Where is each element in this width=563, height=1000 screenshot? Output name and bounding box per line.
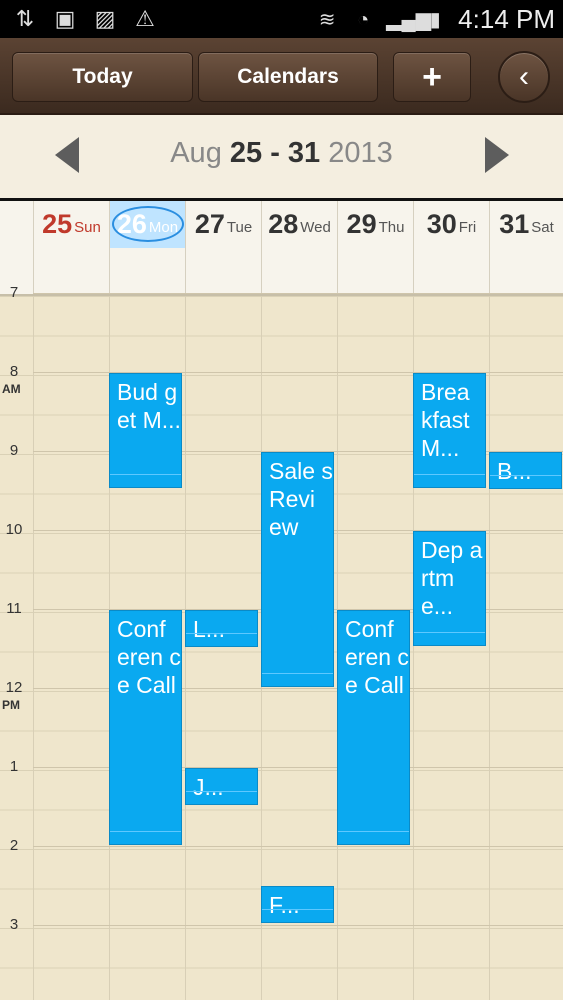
event-title: F... bbox=[269, 892, 300, 918]
hour-label: 11 bbox=[6, 600, 22, 617]
event-block[interactable]: Conf eren ce Call bbox=[109, 610, 182, 845]
event-title: J... bbox=[193, 774, 224, 800]
all-day-cell[interactable] bbox=[109, 248, 110, 294]
day-number: 29 bbox=[346, 209, 377, 239]
day-number: 27 bbox=[194, 209, 225, 239]
week-days: 25 - 31 bbox=[229, 137, 321, 169]
day-number: 30 bbox=[426, 209, 457, 239]
signal-icon: ▂▄▆ bbox=[386, 8, 432, 31]
week-range-title: Aug 25 - 31 2013 bbox=[0, 137, 563, 170]
event-block[interactable]: Dep artm e... bbox=[413, 531, 486, 646]
day-weekday: Sat bbox=[531, 219, 554, 236]
all-day-cell[interactable] bbox=[413, 248, 414, 294]
event-title: Conf eren ce Call bbox=[117, 616, 181, 698]
all-day-row[interactable] bbox=[0, 248, 563, 296]
event-block[interactable]: F... bbox=[261, 886, 334, 923]
chevron-left-icon: ‹ bbox=[519, 60, 529, 93]
week-navigation: Aug 25 - 31 2013 bbox=[0, 115, 563, 198]
hour-label: 3 bbox=[9, 916, 19, 933]
hour-line bbox=[33, 925, 563, 926]
day-weekday: Fri bbox=[458, 219, 477, 236]
day-number: 31 bbox=[499, 209, 530, 239]
clock: 4:14 PM bbox=[458, 4, 555, 34]
week-time-grid[interactable]: 7 8 AM 9 10 11 12 PM 1 2 3 Bud get M... … bbox=[0, 284, 563, 1000]
event-title: Sale s Revi ew bbox=[269, 458, 333, 540]
event-block[interactable]: Conf eren ce Call bbox=[337, 610, 410, 845]
hour-line bbox=[33, 293, 563, 294]
all-day-cell[interactable] bbox=[337, 248, 338, 294]
event-block[interactable]: Sale s Revi ew bbox=[261, 452, 334, 687]
am-label: AM bbox=[2, 382, 21, 396]
hour-label: 10 bbox=[5, 521, 23, 538]
status-bar: ⇅ ▣ ▨ ⚠ ≋ ◔ ▂▄▆ ▮ 4:14 PM bbox=[0, 0, 563, 38]
vibrate-icon: ≋ bbox=[318, 8, 336, 31]
sd-card-icon: ▣ bbox=[54, 6, 76, 31]
day-header-row: 25 Sun 26 Mon 27 Tue 28 Wed 29 Thu 30 Fr… bbox=[0, 198, 563, 248]
wifi-icon: ◔ bbox=[357, 8, 370, 31]
event-title: B... bbox=[497, 458, 532, 484]
day-header-mon[interactable]: 26 Mon bbox=[109, 201, 185, 248]
event-title: L... bbox=[193, 616, 225, 642]
battery-icon: ▮ bbox=[429, 8, 441, 31]
day-number: 25 bbox=[42, 209, 73, 239]
plus-icon: + bbox=[422, 57, 442, 96]
hour-line bbox=[33, 846, 563, 847]
back-button[interactable]: ‹ bbox=[498, 51, 550, 103]
day-header-wed[interactable]: 28 Wed bbox=[261, 201, 337, 248]
day-header-thu[interactable]: 29 Thu bbox=[337, 201, 413, 248]
week-year: 2013 bbox=[328, 137, 393, 169]
column-divider bbox=[489, 296, 490, 1000]
event-title: Dep artm e... bbox=[421, 537, 483, 619]
calendar-toolbar: Today Calendars + ‹ bbox=[0, 38, 563, 115]
event-block[interactable]: Brea kfast M... bbox=[413, 373, 486, 488]
event-block[interactable]: L... bbox=[185, 610, 258, 647]
day-weekday: Sun bbox=[74, 219, 101, 236]
day-weekday: Wed bbox=[300, 219, 331, 236]
today-indicator-ring bbox=[112, 206, 184, 242]
event-block[interactable]: J... bbox=[185, 768, 258, 805]
column-divider bbox=[185, 296, 186, 1000]
all-day-cell[interactable] bbox=[33, 248, 34, 294]
add-event-button[interactable]: + bbox=[393, 52, 471, 102]
hour-label: 7 bbox=[9, 284, 19, 301]
calendars-button[interactable]: Calendars bbox=[198, 52, 378, 102]
day-weekday: Thu bbox=[378, 219, 405, 236]
next-week-arrow-icon[interactable] bbox=[485, 137, 509, 173]
hour-label: 8 bbox=[9, 363, 19, 380]
all-day-cell[interactable] bbox=[261, 248, 262, 294]
event-title: Conf eren ce Call bbox=[345, 616, 409, 698]
day-weekday: Tue bbox=[226, 219, 253, 236]
hour-label: 12 bbox=[5, 679, 23, 696]
hour-label: 9 bbox=[9, 442, 19, 459]
day-header-fri[interactable]: 30 Fri bbox=[413, 201, 489, 248]
event-block[interactable]: B... bbox=[489, 452, 562, 489]
warning-icon: ⚠ bbox=[135, 6, 155, 31]
day-header-sat[interactable]: 31 Sat bbox=[489, 201, 563, 248]
all-day-cell[interactable] bbox=[185, 248, 186, 294]
day-header-tue[interactable]: 27 Tue bbox=[185, 201, 261, 248]
all-day-cell[interactable] bbox=[489, 248, 490, 294]
event-block[interactable]: Bud get M... bbox=[109, 373, 182, 488]
day-number: 28 bbox=[268, 209, 299, 239]
hour-label: 2 bbox=[9, 837, 19, 854]
usb-icon: ⇅ bbox=[15, 6, 35, 31]
hour-label: 1 bbox=[9, 758, 19, 775]
pm-label: PM bbox=[2, 698, 20, 712]
column-divider bbox=[33, 296, 34, 1000]
image-icon: ▨ bbox=[94, 6, 116, 31]
event-title: Bud get M... bbox=[117, 379, 181, 433]
event-title: Brea kfast M... bbox=[421, 379, 470, 461]
today-button[interactable]: Today bbox=[12, 52, 193, 102]
day-header-sun[interactable]: 25 Sun bbox=[33, 201, 109, 248]
week-month: Aug bbox=[170, 137, 222, 169]
